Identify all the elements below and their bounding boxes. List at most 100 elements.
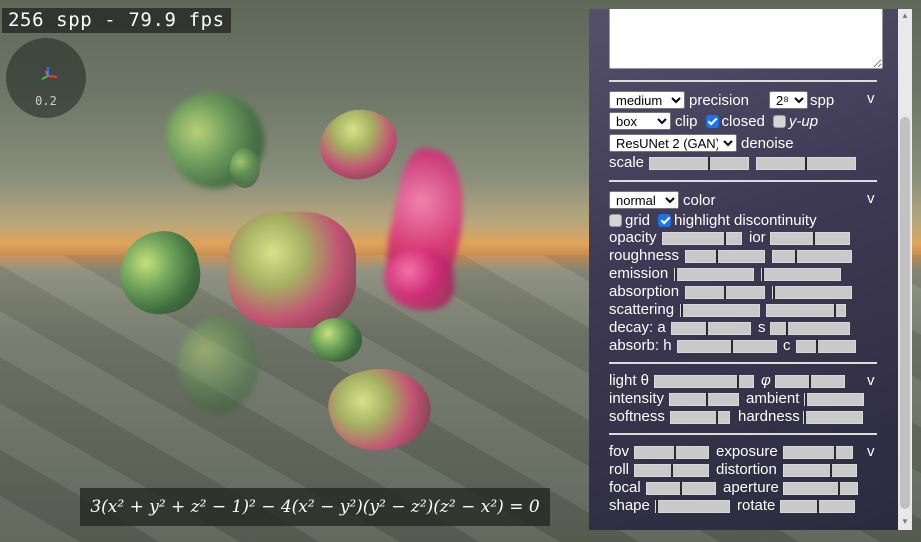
absorb-h-slider[interactable] bbox=[677, 340, 777, 353]
focal-label: focal bbox=[609, 479, 641, 496]
slider-thumb[interactable] bbox=[675, 268, 677, 281]
slider-thumb[interactable] bbox=[813, 232, 815, 245]
camera-section-toggle[interactable]: v bbox=[867, 443, 875, 460]
slider-thumb[interactable] bbox=[816, 340, 818, 353]
slider-thumb[interactable] bbox=[724, 232, 726, 245]
light-theta-slider[interactable] bbox=[654, 375, 754, 388]
slider-thumb[interactable] bbox=[737, 375, 739, 388]
absorption-slider-b[interactable] bbox=[772, 286, 852, 299]
distortion-slider[interactable] bbox=[783, 464, 857, 477]
opacity-slider[interactable] bbox=[662, 232, 742, 245]
slider-thumb[interactable] bbox=[804, 411, 806, 424]
slider-thumb[interactable] bbox=[731, 340, 733, 353]
spp-select[interactable]: 2⁸ bbox=[769, 91, 809, 109]
slider-thumb[interactable] bbox=[706, 322, 708, 335]
emission-slider-b[interactable] bbox=[761, 268, 841, 281]
slider-thumb[interactable] bbox=[805, 157, 807, 170]
slider-thumb[interactable] bbox=[706, 393, 708, 406]
slider-thumb[interactable] bbox=[773, 286, 775, 299]
exposure-label: exposure bbox=[716, 443, 778, 460]
slider-thumb[interactable] bbox=[708, 157, 710, 170]
denoise-select[interactable]: ResUNet 2 (GAN) bbox=[609, 134, 737, 152]
slider-thumb[interactable] bbox=[838, 482, 840, 495]
scroll-thumb[interactable] bbox=[900, 117, 910, 509]
fov-slider[interactable] bbox=[634, 446, 709, 459]
render-section-toggle[interactable]: v bbox=[867, 90, 875, 107]
denoise-row: ResUNet 2 (GAN) denoise bbox=[609, 134, 794, 152]
clip-row: box clip closed y-up bbox=[609, 112, 818, 130]
light-section-toggle[interactable]: v bbox=[867, 372, 875, 389]
slider-thumb[interactable] bbox=[809, 375, 811, 388]
slider-thumb[interactable] bbox=[805, 393, 807, 406]
absorb-c-slider[interactable] bbox=[796, 340, 856, 353]
function-textarea[interactable] bbox=[609, 9, 883, 69]
softness-slider[interactable] bbox=[670, 411, 730, 424]
hardness-slider[interactable] bbox=[803, 411, 863, 424]
softness-label: softness bbox=[609, 408, 665, 425]
exposure-slider[interactable] bbox=[783, 446, 853, 459]
rotate-slider[interactable] bbox=[780, 500, 855, 513]
scroll-down-icon[interactable]: ▼ bbox=[901, 518, 909, 526]
slider-thumb[interactable] bbox=[795, 250, 797, 263]
aperture-slider[interactable] bbox=[783, 482, 858, 495]
scale-slider-a[interactable] bbox=[649, 157, 749, 170]
absorption-label: absorption bbox=[609, 283, 680, 300]
shape-slider[interactable] bbox=[655, 500, 730, 513]
control-panel: medium precision 2⁸ spp v box clip close… bbox=[589, 9, 912, 530]
ior-label: ior bbox=[749, 229, 766, 246]
slider-thumb[interactable] bbox=[834, 446, 836, 459]
material-section-toggle[interactable]: v bbox=[867, 190, 875, 207]
slider-thumb[interactable] bbox=[830, 464, 832, 477]
absorb-label: absorb: h bbox=[609, 337, 672, 354]
decay-a-slider[interactable] bbox=[671, 322, 751, 335]
slider-thumb[interactable] bbox=[671, 464, 673, 477]
distortion-label: distortion bbox=[716, 461, 777, 478]
ambient-slider[interactable] bbox=[804, 393, 864, 406]
precision-select[interactable]: medium bbox=[609, 91, 685, 109]
slider-thumb[interactable] bbox=[786, 322, 788, 335]
decay-s-label: s bbox=[758, 319, 766, 336]
ior-slider[interactable] bbox=[770, 232, 850, 245]
clip-select[interactable]: box bbox=[609, 112, 671, 130]
scroll-up-icon[interactable]: ▲ bbox=[901, 12, 909, 20]
aperture-label: aperture bbox=[723, 479, 779, 496]
intensity-label: intensity bbox=[609, 390, 665, 407]
section-divider bbox=[609, 433, 877, 435]
slider-thumb[interactable] bbox=[656, 500, 658, 513]
light-phi-slider[interactable] bbox=[775, 375, 845, 388]
panel-scrollbar[interactable]: ▲ ▼ bbox=[898, 9, 912, 530]
absorption-slider-a[interactable] bbox=[685, 286, 765, 299]
slider-thumb[interactable] bbox=[681, 304, 683, 317]
color-select[interactable]: normal bbox=[609, 191, 679, 209]
emission-slider-a[interactable] bbox=[674, 268, 754, 281]
slider-thumb[interactable] bbox=[680, 482, 682, 495]
roll-slider[interactable] bbox=[634, 464, 709, 477]
decay-s-slider[interactable] bbox=[770, 322, 850, 335]
opacity-label: opacity bbox=[609, 229, 657, 246]
highlight-checkbox[interactable] bbox=[658, 213, 672, 227]
slider-thumb[interactable] bbox=[762, 268, 764, 281]
roughness-slider-a[interactable] bbox=[685, 250, 765, 263]
closed-checkbox[interactable] bbox=[705, 114, 719, 128]
slider-thumb[interactable] bbox=[724, 286, 726, 299]
section-divider bbox=[609, 180, 877, 182]
grid-checkbox[interactable] bbox=[609, 213, 622, 227]
clip-label: clip bbox=[675, 112, 698, 130]
slider-thumb[interactable] bbox=[817, 500, 819, 513]
axis-gizmo[interactable]: 0.2 bbox=[6, 38, 86, 118]
grid-label: grid bbox=[625, 211, 651, 229]
scattering-slider-a[interactable] bbox=[680, 304, 760, 317]
intensity-slider[interactable] bbox=[669, 393, 739, 406]
focal-slider[interactable] bbox=[646, 482, 716, 495]
emission-label: emission bbox=[609, 265, 669, 282]
slider-thumb[interactable] bbox=[834, 304, 836, 317]
surface-equation: 3(x² + y² + z² − 1)² − 4(x² − y²)(y² − z… bbox=[80, 488, 550, 526]
scale-slider-b[interactable] bbox=[756, 157, 856, 170]
roughness-slider-b[interactable] bbox=[772, 250, 852, 263]
slider-thumb[interactable] bbox=[716, 250, 718, 263]
yup-checkbox[interactable] bbox=[772, 114, 786, 128]
slider-thumb[interactable] bbox=[674, 446, 676, 459]
scattering-slider-b[interactable] bbox=[766, 304, 846, 317]
roughness-label: roughness bbox=[609, 247, 680, 264]
slider-thumb[interactable] bbox=[716, 411, 718, 424]
